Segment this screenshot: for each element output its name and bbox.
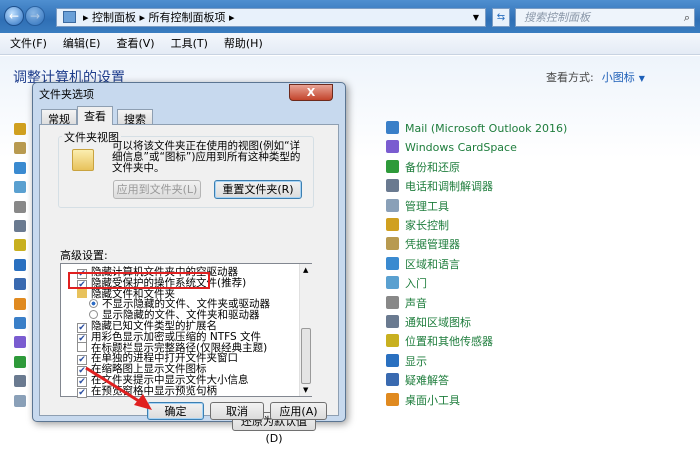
annotation-arrow [85, 366, 152, 410]
tab-view[interactable]: 查看 [77, 106, 113, 125]
arrow-head [134, 394, 152, 410]
arrow-shaft [85, 366, 143, 405]
